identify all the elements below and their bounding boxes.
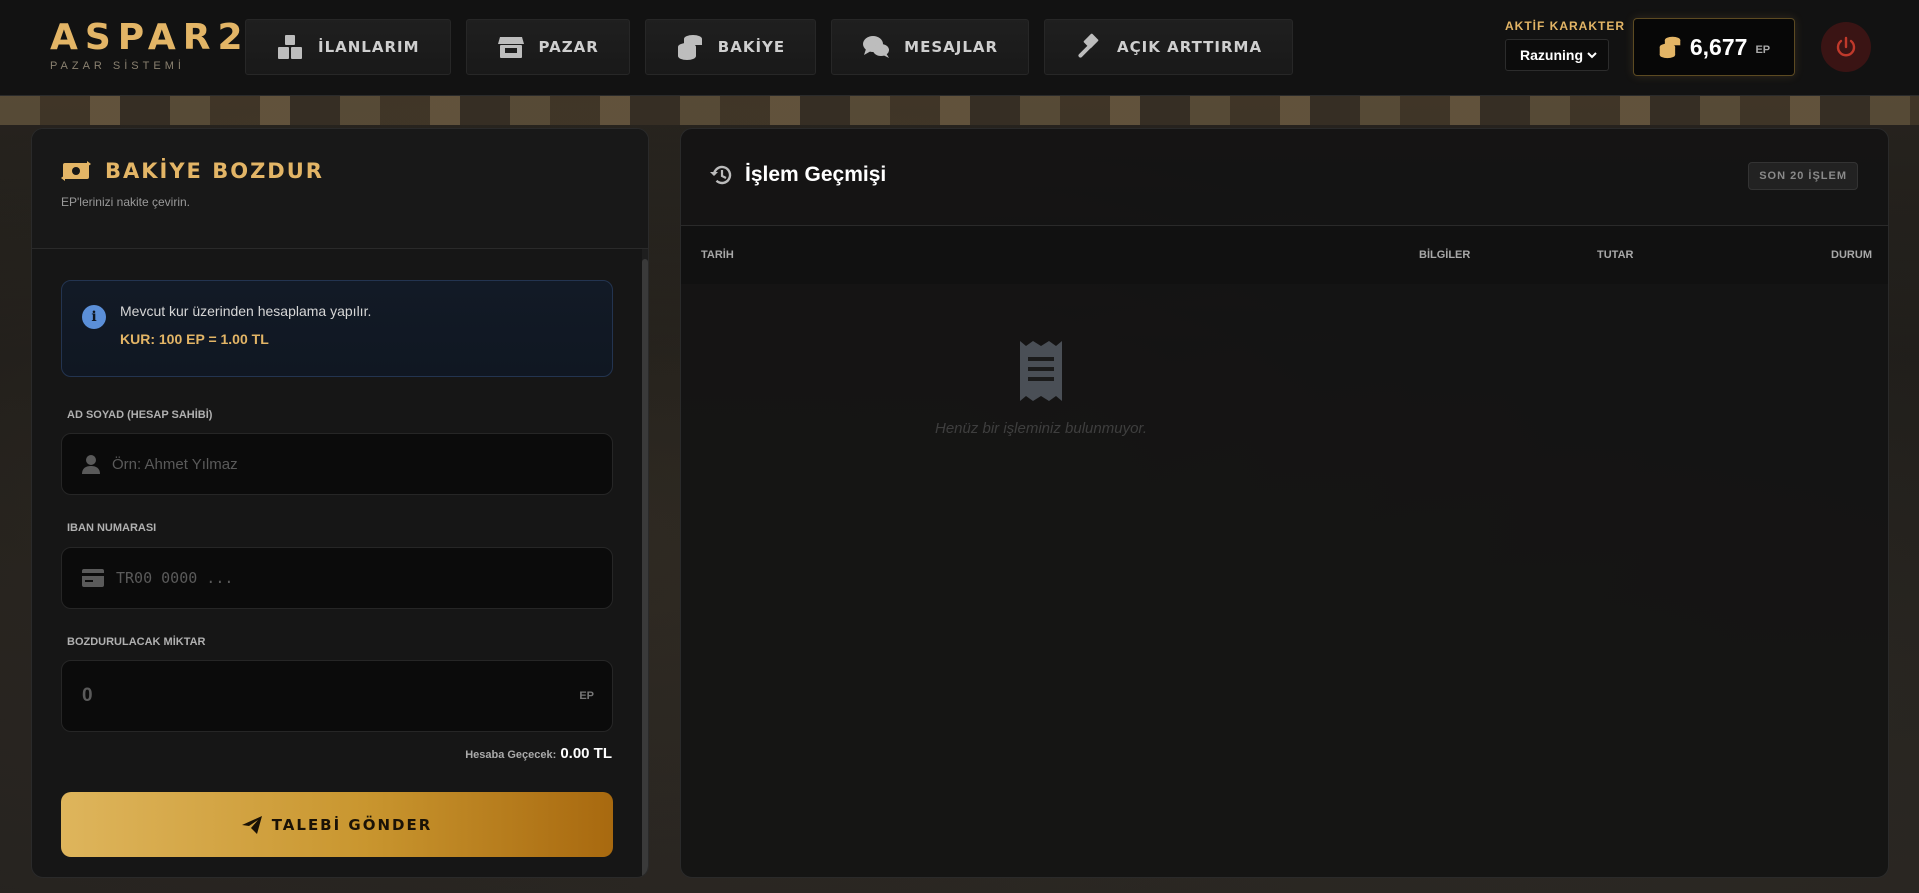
nav-item-pazar[interactable]: PAZAR xyxy=(465,19,630,75)
logout-button[interactable] xyxy=(1821,22,1871,72)
balance-value: 6,677 xyxy=(1689,33,1748,60)
nav-item-label: PAZAR xyxy=(538,38,599,56)
history-panel: İşlem Geçmişi SON 20 İŞLEM TARİH BİLGİLE… xyxy=(680,128,1889,878)
active-character: AKTİF KARAKTER Razuning xyxy=(1505,19,1625,71)
power-icon xyxy=(1836,36,1856,57)
history-count-badge: SON 20 İŞLEM xyxy=(1748,162,1858,190)
coins-icon xyxy=(1659,36,1681,59)
active-character-label: AKTİF KARAKTER xyxy=(1505,19,1625,33)
name-label: AD SOYAD (HESAP SAHİBİ) xyxy=(67,409,213,421)
withdraw-header: BAKİYE BOZDUR EP'lerinizi nakite çevirin… xyxy=(32,129,648,249)
exchange-rate: KUR: 100 EP = 1.00 TL xyxy=(120,331,269,347)
name-field[interactable]: Örn: Ahmet Yılmaz xyxy=(61,433,613,495)
history-title: İşlem Geçmişi xyxy=(745,163,887,186)
withdraw-subtitle: EP'lerinizi nakite çevirin. xyxy=(61,195,191,209)
column-date: TARİH xyxy=(701,249,734,261)
iban-label: IBAN NUMARASI xyxy=(67,522,157,534)
submit-label: TALEBİ GÖNDER xyxy=(271,815,433,834)
nav-item-label: İLANLARIM xyxy=(318,38,420,56)
comments-icon xyxy=(863,36,890,58)
boxes-icon xyxy=(278,35,302,59)
credit-card-icon xyxy=(82,569,104,587)
info-icon: i xyxy=(82,305,106,329)
amount-label: BOZDURULACAK MİKTAR xyxy=(67,636,206,648)
brand-subtitle: PAZAR SİSTEMİ xyxy=(50,60,185,72)
coins-icon xyxy=(677,35,702,60)
nav-item-label: AÇIK ARTTIRMA xyxy=(1117,38,1263,56)
character-select[interactable]: Razuning xyxy=(1505,39,1609,71)
character-select-value: Razuning xyxy=(1520,47,1583,63)
background-wall xyxy=(0,95,1919,125)
submit-request-button[interactable]: TALEBİ GÖNDER xyxy=(61,792,613,857)
amount-value: 0 xyxy=(82,685,93,706)
scrollbar-thumb[interactable] xyxy=(642,259,648,877)
column-amount: TUTAR xyxy=(1597,249,1634,261)
user-icon xyxy=(82,455,100,474)
rate-info-box: i Mevcut kur üzerinden hesaplama yapılır… xyxy=(61,280,613,377)
nav-item-bakiye[interactable]: BAKİYE xyxy=(644,19,817,75)
column-details: BİLGİLER xyxy=(1419,249,1471,261)
iban-placeholder: TR00 0000 ... xyxy=(116,569,234,587)
balance-unit: EP xyxy=(1755,44,1771,56)
money-exchange-icon xyxy=(61,161,91,181)
nav-item-label: BAKİYE xyxy=(717,38,786,56)
main-nav: İLANLARIM PAZAR BAKİYE MESAJLAR AÇIK ART… xyxy=(245,19,1308,75)
name-placeholder: Örn: Ahmet Yılmaz xyxy=(112,455,238,473)
paper-plane-icon xyxy=(241,815,262,834)
history-table-header: TARİH BİLGİLER TUTAR DURUM xyxy=(681,226,1888,284)
withdraw-panel: BAKİYE BOZDUR EP'lerinizi nakite çevirin… xyxy=(31,128,649,878)
amount-unit: EP xyxy=(579,690,594,702)
store-icon xyxy=(497,37,524,58)
iban-field[interactable]: TR00 0000 ... xyxy=(61,547,613,609)
balance-display: 6,677 EP xyxy=(1633,18,1795,76)
history-header: İşlem Geçmişi SON 20 İŞLEM xyxy=(681,129,1888,226)
receive-label: Hesaba Geçecek: xyxy=(465,749,557,761)
history-empty-state: Henüz bir işleminiz bulunmuyor. xyxy=(681,339,1401,437)
column-status: DURUM xyxy=(1831,249,1872,261)
history-icon xyxy=(710,165,732,185)
amount-field[interactable]: 0 EP xyxy=(61,660,613,732)
brand-logo[interactable]: ASPAR2 PAZAR SİSTEMİ xyxy=(50,17,250,73)
nav-item-acik-arttirma[interactable]: AÇIK ARTTIRMA xyxy=(1044,19,1294,75)
top-navbar: ASPAR2 PAZAR SİSTEMİ İLANLARIM PAZAR BAK… xyxy=(0,0,1919,96)
info-text: Mevcut kur üzerinden hesaplama yapılır. xyxy=(120,303,372,319)
receive-summary: Hesaba Geçecek: 0.00 TL xyxy=(465,745,612,762)
empty-message: Henüz bir işleminiz bulunmuyor. xyxy=(934,420,1148,437)
nav-item-mesajlar[interactable]: MESAJLAR xyxy=(831,19,1030,75)
withdraw-title: BAKİYE BOZDUR xyxy=(105,159,324,183)
nav-item-label: MESAJLAR xyxy=(904,38,999,56)
receipt-icon xyxy=(1020,341,1062,401)
nav-item-ilanlarim[interactable]: İLANLARIM xyxy=(245,19,451,75)
receive-value: 0.00 TL xyxy=(560,745,612,762)
gavel-icon xyxy=(1078,33,1099,58)
brand-title: ASPAR2 xyxy=(50,17,250,58)
chevron-down-icon xyxy=(1587,52,1597,59)
